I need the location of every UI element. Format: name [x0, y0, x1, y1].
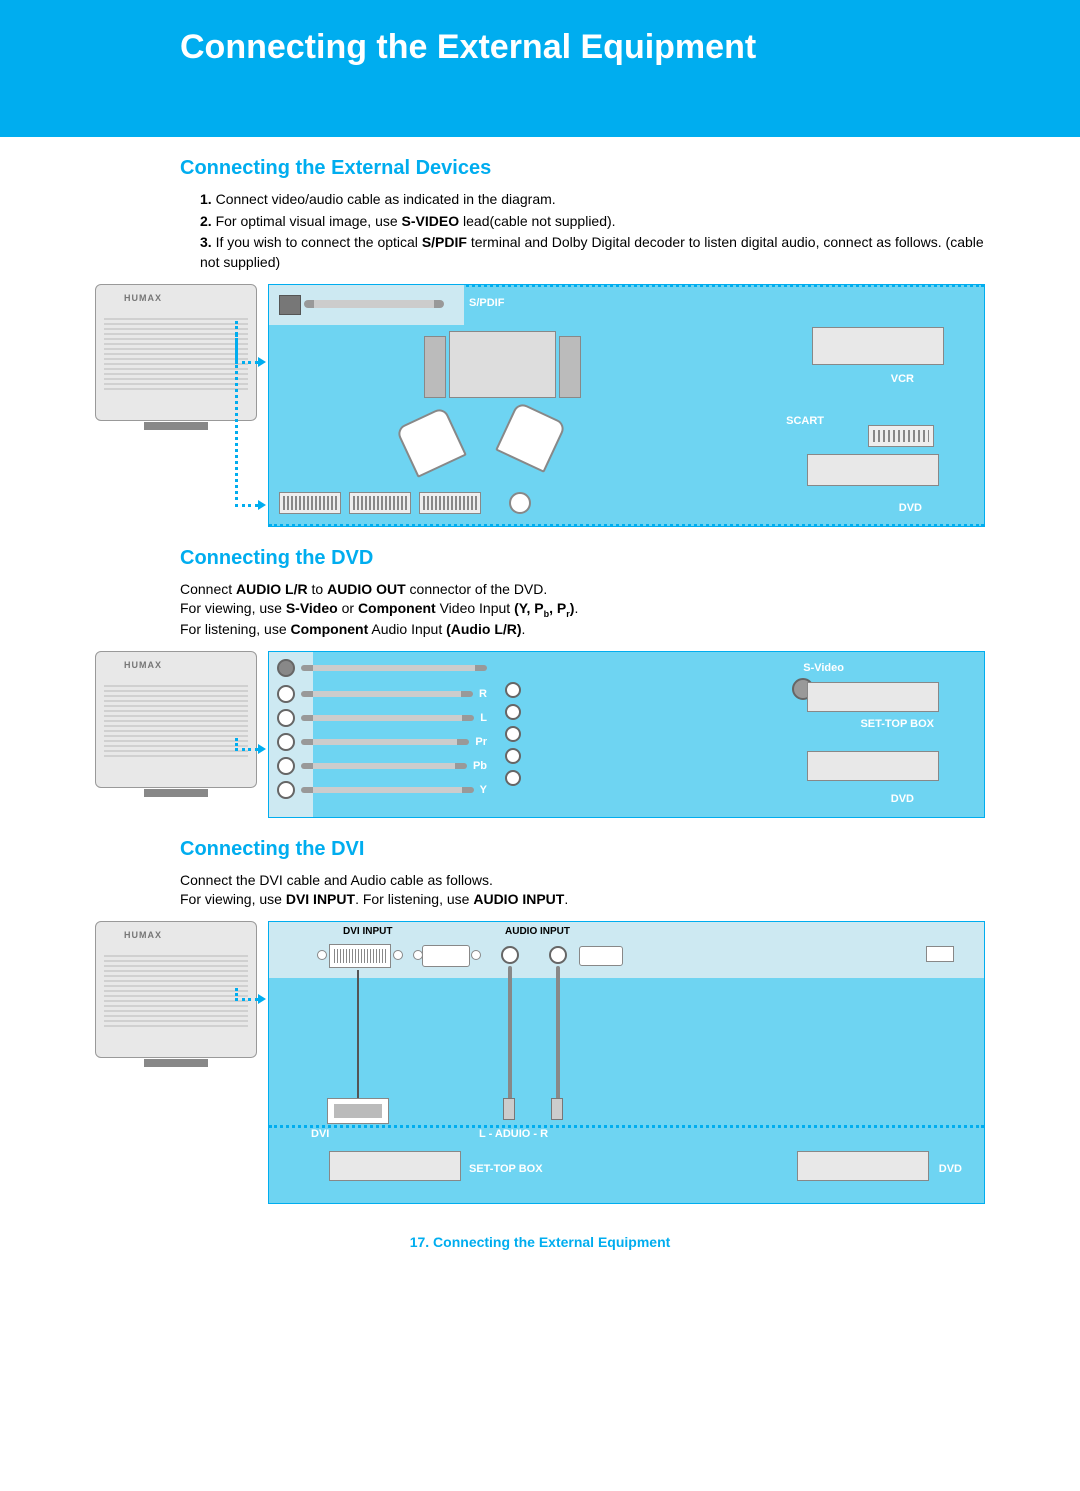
diagram-external-devices: HUMAX S/PDIF VCR SCART DVD	[95, 284, 985, 527]
audio-jack-icon	[503, 1098, 515, 1120]
audio-input-label: AUDIO INPUT	[505, 926, 570, 937]
section-heading-dvd: Connecting the DVD	[180, 547, 1080, 570]
dvd-illustration	[807, 751, 939, 781]
tv-rear-panel-illustration: HUMAX	[95, 651, 257, 788]
section-heading-dvi: Connecting the DVI	[180, 838, 1080, 861]
settop-label: SET-TOP BOX	[860, 718, 934, 730]
step-2: 2. For optimal visual image, use S-VIDEO…	[200, 212, 985, 232]
step-1: 1. Connect video/audio cable as indicate…	[200, 190, 985, 210]
audio-rca-port-icon	[501, 946, 519, 964]
svideo-port-icon	[277, 659, 295, 677]
connection-diagram-panel-3: DVI INPUT AUDIO INPUT DVI L - ADUIO - R …	[268, 921, 985, 1204]
dvd-label: DVD	[899, 502, 922, 514]
dvi-input-label: DVI INPUT	[343, 926, 392, 937]
dvi-caption: DVI	[311, 1128, 329, 1140]
scart-slot-icon	[419, 492, 481, 514]
section-heading-external-devices: Connecting the External Devices	[180, 157, 1080, 180]
cable-icon	[301, 665, 487, 671]
dotted-arrow-connector	[235, 988, 258, 1001]
spdif-label: S/PDIF	[469, 297, 504, 309]
optical-cable-icon	[304, 300, 444, 308]
settop-box-illustration	[807, 682, 939, 712]
dvi-instructions: Connect the DVI cable and Audio cable as…	[180, 871, 985, 909]
round-port-icon	[509, 492, 531, 514]
rca-port-icon	[277, 709, 295, 727]
scart-cable-head-icon	[495, 401, 567, 473]
rca-port-icon	[277, 733, 295, 751]
vga-port-icon	[422, 945, 470, 967]
audio-cable-icon	[556, 966, 560, 1101]
scart-slot-icon	[349, 492, 411, 514]
vcr-illustration	[812, 327, 944, 365]
tv-rear-panel-illustration: HUMAX	[95, 284, 257, 421]
scart-slot-icon	[279, 492, 341, 514]
rca-port-icon	[277, 781, 295, 799]
amplifier-illustration	[449, 331, 556, 398]
settop-box-illustration	[329, 1151, 461, 1181]
dvi-cable-icon	[357, 970, 359, 1100]
scart-cable-head-icon	[395, 406, 467, 478]
dvd-label: DVD	[891, 793, 914, 805]
dvd-illustration	[797, 1151, 929, 1181]
external-devices-steps: 1. Connect video/audio cable as indicate…	[180, 190, 985, 272]
rca-port-icon	[277, 685, 295, 703]
step-3: 3. If you wish to connect the optical S/…	[200, 233, 985, 272]
settop-label: SET-TOP BOX	[469, 1163, 543, 1175]
page-title: Connecting the External Equipment	[180, 28, 756, 66]
dotted-arrow-connector	[235, 738, 258, 751]
rca-port-icon	[277, 757, 295, 775]
page-footer: 17. Connecting the External Equipment	[0, 1234, 1080, 1250]
audio-jack-icon	[551, 1098, 563, 1120]
audio-rca-port-icon	[549, 946, 567, 964]
dvi-connector-head-icon	[327, 1098, 389, 1124]
dvi-port-icon	[329, 944, 391, 968]
spdif-port-icon	[279, 295, 301, 315]
connection-diagram-panel-1: S/PDIF VCR SCART DVD	[268, 284, 985, 527]
connection-diagram-panel-2: R L Pr Pb Y S-Video SET-TOP BOX DVD	[268, 651, 985, 818]
vcr-label: VCR	[891, 373, 914, 385]
scart-label: SCART	[786, 415, 824, 427]
footer-title: Connecting the External Equipment	[433, 1234, 670, 1250]
rectangular-port-icon	[926, 946, 954, 962]
audio-lr-caption: L - ADUIO - R	[479, 1128, 548, 1140]
audio-cable-icon	[508, 966, 512, 1101]
diagram-dvi: HUMAX DVI INPUT AUDIO INPUT DVI L - ADUI…	[95, 921, 985, 1204]
vga-port-icon	[579, 946, 623, 966]
dvd-instructions: Connect AUDIO L/R to AUDIO OUT connector…	[180, 580, 985, 639]
page-title-band: Connecting the External Equipment	[0, 0, 1080, 137]
scart-port-icon	[868, 425, 934, 447]
dvd-illustration	[807, 454, 939, 486]
tv-rear-panel-illustration: HUMAX	[95, 921, 257, 1058]
svideo-label: S-Video	[803, 662, 844, 674]
dvd-label: DVD	[939, 1163, 962, 1175]
diagram-dvd: HUMAX R L Pr Pb Y S-Video SET-TOP BOX DV…	[95, 651, 985, 818]
dotted-arrow-connector	[235, 334, 258, 507]
page-number: 17.	[410, 1234, 429, 1250]
